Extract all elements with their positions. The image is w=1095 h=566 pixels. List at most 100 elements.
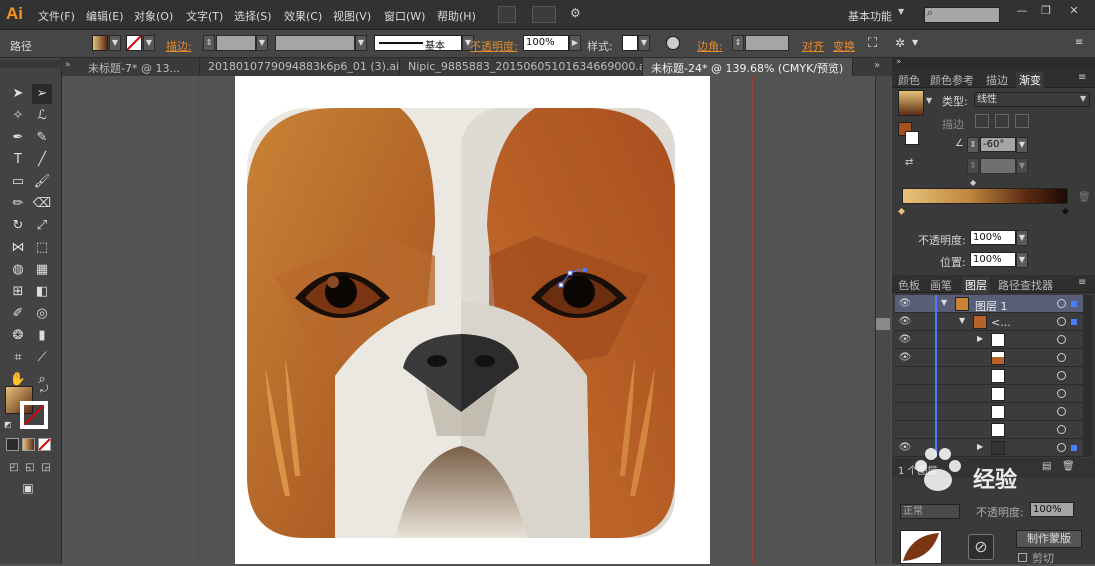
tab-stroke[interactable]: 描边 — [986, 72, 1008, 88]
gradient-slider[interactable] — [902, 188, 1068, 204]
layer-row-layer1[interactable]: 👁 ▼ 图层 1 — [895, 295, 1083, 313]
eye-icon[interactable]: 👁 — [897, 313, 913, 331]
object-thumbnail[interactable] — [900, 530, 942, 564]
search-input[interactable] — [924, 7, 1000, 23]
tab-gradient[interactable]: 渐变 — [1016, 72, 1044, 88]
group-name[interactable]: <... — [991, 316, 1011, 329]
mesh-tool-icon[interactable]: ⊞ — [8, 282, 28, 302]
target-icon[interactable] — [1057, 299, 1066, 308]
artboard-tool-icon[interactable]: ⌗ — [8, 348, 28, 368]
opacity-input[interactable]: 100% — [523, 35, 569, 51]
layer-row-group[interactable]: 👁 ▼ <... — [895, 313, 1083, 331]
rotate-tool-icon[interactable]: ↻ — [8, 216, 28, 236]
reverse-gradient-icon[interactable]: ⇄ — [905, 157, 913, 168]
variable-width-profile[interactable] — [275, 35, 355, 51]
rectangle-tool-icon[interactable]: ▭ — [8, 172, 28, 192]
target-icon[interactable] — [1057, 407, 1066, 416]
stop-opacity-input[interactable]: 100% — [970, 230, 1016, 245]
menu-effect[interactable]: 效果(C) — [284, 8, 322, 24]
gradient-stop-icon[interactable]: ⬥ — [898, 206, 905, 217]
perspective-grid-icon[interactable]: ▦ — [32, 260, 52, 280]
dog-illustration[interactable] — [235, 76, 710, 564]
target-icon[interactable] — [1057, 353, 1066, 362]
menu-type[interactable]: 文字(T) — [186, 8, 223, 24]
chevron-down-icon[interactable]: ▼ — [926, 96, 932, 105]
color-mode-icon[interactable] — [6, 438, 19, 451]
direct-selection-tool-icon[interactable]: ➢ — [32, 84, 52, 104]
graphic-style-swatch[interactable] — [622, 35, 638, 51]
expand-triangle-icon[interactable]: ▶ — [977, 334, 983, 343]
stroke-gradient-option-icon[interactable] — [1015, 114, 1029, 128]
free-transform-icon[interactable]: ⬚ — [32, 238, 52, 258]
angle-dropdown[interactable]: ▼ — [1016, 137, 1028, 153]
no-mask-icon[interactable]: ⊘ — [968, 534, 994, 560]
blend-tool-icon[interactable]: ◎ — [32, 304, 52, 324]
scale-tool-icon[interactable]: ⤢ — [32, 216, 52, 236]
type-tool-icon[interactable]: T — [8, 150, 28, 170]
clip-checkbox[interactable] — [1018, 553, 1027, 562]
tab-document-2[interactable]: 201801077909488​3k6p6_01 (3).ai* — [200, 58, 400, 76]
puppet-warp-icon[interactable]: ✲ — [895, 36, 905, 50]
fill-swatch[interactable] — [92, 35, 108, 51]
arrange-documents-icon[interactable] — [532, 6, 556, 23]
eraser-icon[interactable]: ⌫ — [32, 194, 52, 214]
align-panel-link[interactable]: 对齐 — [802, 38, 824, 54]
tab-brushes[interactable]: 画笔 — [930, 277, 952, 293]
layer-name[interactable]: 图层 1 — [975, 298, 1008, 314]
stroke-weight-input[interactable] — [216, 35, 256, 51]
eyedropper-icon[interactable]: ✐ — [8, 304, 28, 324]
layer-row-sublayer[interactable]: 👁 — [895, 349, 1083, 367]
tab-color-guide[interactable]: 颜色参考 — [930, 72, 974, 88]
isolate-icon[interactable]: ⛶ — [868, 36, 877, 51]
eye-icon[interactable]: 👁 — [897, 331, 913, 349]
blend-mode-select[interactable]: 正常 — [900, 504, 960, 519]
gradient-tool-icon[interactable]: ◧ — [32, 282, 52, 302]
screen-mode-icon[interactable]: ▣ — [18, 478, 38, 498]
gradient-preview-swatch[interactable] — [898, 90, 924, 116]
chevron-down-icon[interactable]: ▼ — [912, 38, 918, 47]
target-icon[interactable] — [1057, 317, 1066, 326]
tab-document-1[interactable]: 未标题-7* @ 13... — [80, 58, 200, 76]
selection-indicator[interactable] — [1071, 301, 1077, 307]
pencil-icon[interactable]: ✏ — [8, 194, 28, 214]
stroke-weight-stepper[interactable]: ⇕ — [203, 35, 215, 51]
layers-scrollbar[interactable] — [1083, 295, 1093, 457]
aspect-ratio-input[interactable] — [980, 158, 1016, 174]
layer-row-sublayer[interactable] — [895, 421, 1083, 439]
style-dropdown[interactable]: ▼ — [638, 35, 650, 51]
workspace-switcher[interactable]: 基本功能 — [848, 8, 892, 24]
tab-document-active[interactable]: 未标题-24* @ 139.68% (CMYK/预览) — [643, 58, 853, 76]
stroke-weight-dropdown[interactable]: ▼ — [256, 35, 268, 51]
corner-radius-input[interactable] — [745, 35, 789, 51]
tab-overflow-icon[interactable]: » — [65, 60, 71, 70]
stop-opacity-dropdown[interactable]: ▼ — [1016, 230, 1028, 246]
expand-triangle-icon[interactable]: ▼ — [941, 298, 947, 307]
layer-row-sublayer[interactable] — [895, 367, 1083, 385]
angle-stepper[interactable]: ⇕ — [967, 137, 979, 153]
make-mask-button[interactable]: 制作蒙版 — [1016, 530, 1082, 548]
collapse-icon[interactable]: » — [896, 57, 902, 67]
eye-icon[interactable]: 👁 — [897, 295, 913, 313]
draw-inside-icon[interactable]: ◲ — [36, 458, 56, 478]
symbol-sprayer-icon[interactable]: ❂ — [8, 326, 28, 346]
menu-select[interactable]: 选择(S) — [234, 8, 272, 24]
panel-menu-icon[interactable]: ≡ — [1078, 277, 1086, 288]
fill-dropdown[interactable]: ▼ — [109, 35, 121, 51]
anchor-point[interactable] — [567, 270, 573, 276]
lasso-icon[interactable]: ℒ — [32, 106, 52, 126]
swap-fill-stroke-icon[interactable]: ⤾ — [40, 384, 48, 395]
shape-builder-icon[interactable]: ◍ — [8, 260, 28, 280]
gradient-midpoint-icon[interactable]: ◆ — [970, 178, 976, 187]
selection-indicator[interactable] — [1071, 319, 1077, 325]
opacity-panel-link[interactable]: 不透明度: — [470, 38, 518, 54]
menu-edit[interactable]: 编辑(E) — [86, 8, 124, 24]
magic-wand-icon[interactable]: ✧ — [8, 106, 28, 126]
selection-tool-icon[interactable]: ➤ — [8, 84, 28, 104]
line-tool-icon[interactable]: ╱ — [32, 150, 52, 170]
scrollbar-thumb[interactable] — [876, 318, 890, 330]
width-tool-icon[interactable]: ⋈ — [8, 238, 28, 258]
transparency-opacity-input[interactable]: 100% — [1030, 502, 1074, 517]
transform-panel-link[interactable]: 变换 — [833, 38, 855, 54]
aspect-dropdown[interactable]: ▼ — [1016, 158, 1028, 174]
expand-triangle-icon[interactable]: ▼ — [959, 316, 965, 325]
